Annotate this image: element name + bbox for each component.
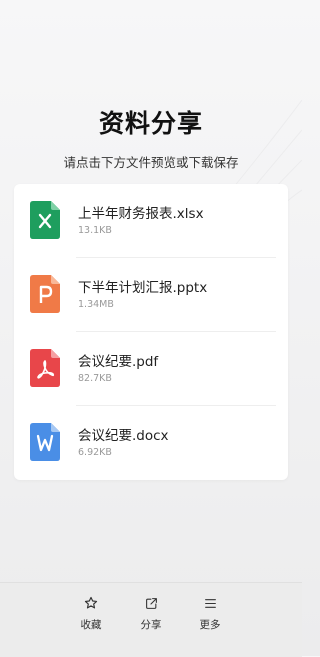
page-title: 资料分享 (98, 109, 203, 138)
powerpoint-file-icon (30, 275, 60, 313)
bottom-action-bar: 收藏 分享 更多 (0, 582, 302, 657)
file-list: 上半年财务报表.xlsx 13.1KB 下半年计划汇报.pptx 1.34MB … (14, 184, 288, 480)
file-name: 上半年财务报表.xlsx (78, 206, 204, 222)
file-item-docx[interactable]: 会议纪要.docx 6.92KB (14, 406, 288, 480)
file-size: 1.34MB (78, 299, 114, 310)
file-item-pptx[interactable]: 下半年计划汇报.pptx 1.34MB (14, 258, 288, 332)
favorite-button[interactable]: 收藏 (69, 595, 113, 632)
more-button[interactable]: 更多 (188, 595, 232, 632)
file-name: 下半年计划汇报.pptx (78, 280, 208, 296)
page-subtitle: 请点击下方文件预览或下载保存 (63, 155, 239, 170)
more-label: 更多 (199, 619, 221, 631)
menu-icon (188, 595, 232, 611)
share-label: 分享 (140, 619, 162, 631)
file-size: 6.92KB (78, 447, 112, 458)
file-item-xlsx[interactable]: 上半年财务报表.xlsx 13.1KB (14, 184, 288, 258)
favorite-label: 收藏 (80, 619, 102, 631)
excel-file-icon (30, 201, 60, 239)
file-size: 82.7KB (78, 373, 112, 384)
share-button[interactable]: 分享 (129, 595, 173, 632)
file-name: 会议纪要.docx (78, 428, 169, 444)
pdf-file-icon (30, 349, 60, 387)
file-item-pdf[interactable]: 会议纪要.pdf 82.7KB (14, 332, 288, 406)
star-icon (69, 595, 113, 611)
word-file-icon (30, 423, 60, 461)
file-name: 会议纪要.pdf (78, 354, 159, 370)
file-size: 13.1KB (78, 225, 112, 236)
share-icon (129, 595, 173, 611)
